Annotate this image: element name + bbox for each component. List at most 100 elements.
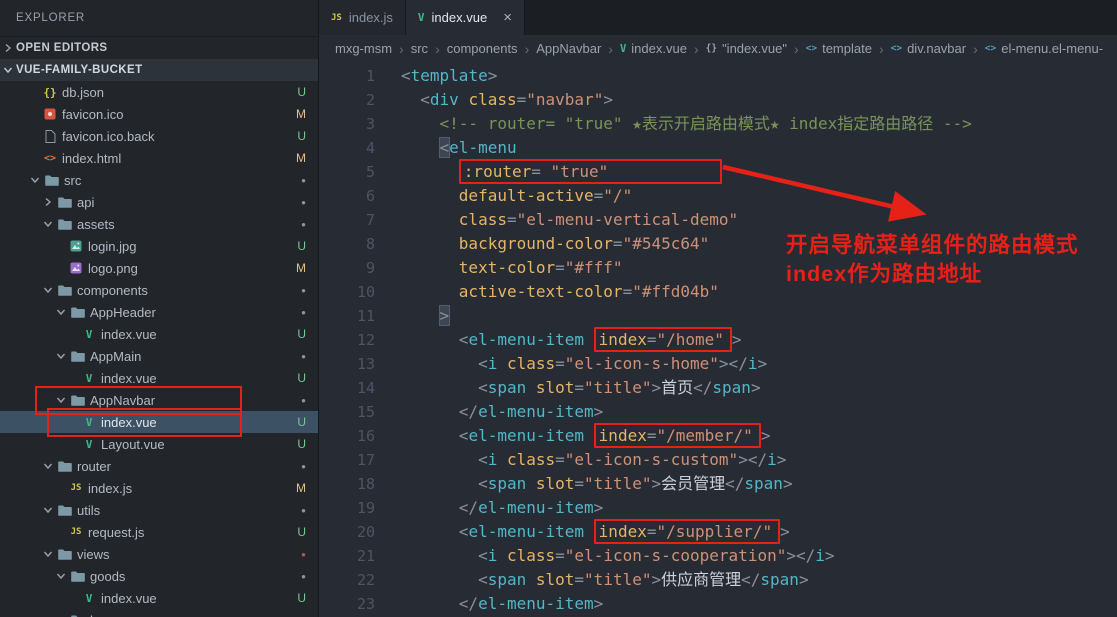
tree-item-logo.png[interactable]: logo.png M [0,257,318,279]
tree-item-label: request.js [88,524,145,540]
symbol-icon: <> [805,43,818,54]
line-number: 1 [365,67,375,85]
breadcrumb-item-index.vue[interactable]: Vindex.vue [620,41,687,56]
git-status-badge: U [297,371,306,385]
tree-item-api[interactable]: api ● [0,191,318,213]
tree-item-favicon.ico.back[interactable]: favicon.ico.back U [0,125,318,147]
code-line-5[interactable]: 5 :router= "true" [319,159,1117,184]
line-number: 6 [365,187,375,205]
git-change-dot: ● [301,549,306,559]
breadcrumb: mxg-msm › src › components › AppNavbar › Vindex.… [319,35,1117,62]
line-number: 13 [356,355,375,373]
tree-item-AppHeader[interactable]: AppHeader ● [0,301,318,323]
breadcrumb-separator: › [435,40,440,57]
folder-icon [56,219,74,230]
git-change-dot: ● [301,285,306,295]
code-line-3[interactable]: 3 <!-- router= "true" ★表示开启路由模式★ index指定… [319,112,1117,136]
git-change-dot: ● [301,395,306,405]
tree-item-views[interactable]: views ● [0,543,318,565]
tree-item-index.vue[interactable]: Vindex.vue U [0,367,318,389]
tab-index.js[interactable]: JS index.js [319,0,406,35]
tree-item-label: index.js [88,480,133,496]
code-line-10[interactable]: 10 active-text-color="#ffd04b" [319,280,1117,304]
folder-icon [56,285,74,296]
tree-item-home[interactable]: home [0,609,318,617]
code-line-20[interactable]: 20 <el-menu-item index="/supplier/" > [319,519,1117,544]
breadcrumb-item-src[interactable]: src [411,41,428,56]
code-editor[interactable]: 1 <template> 2 <div class="navbar"> 3 <!-- … [319,62,1117,617]
html-icon: <> [43,152,57,164]
tree-item-request.js[interactable]: JS request.js U [0,521,318,543]
tree-item-index.vue[interactable]: Vindex.vue U [0,323,318,345]
code-line-17[interactable]: 17 <i class="el-icon-s-custom"></i> [319,448,1117,472]
code-line-2[interactable]: 2 <div class="navbar"> [319,88,1117,112]
editor-area: JS index.js Vindex.vue × mxg-msm › src › compon… [319,0,1117,617]
breadcrumb-item-components[interactable]: components [447,41,518,56]
chevron-right-icon [0,42,16,54]
annotation-redbox: :router= "true" [458,159,723,184]
breadcrumb-item-el-menu.el-menu-[interactable]: <> el-menu.el-menu- [985,41,1103,56]
code-line-22[interactable]: 22 <span slot="title">供应商管理</span> [319,568,1117,592]
tree-item-label: index.vue [101,590,157,606]
code-line-21[interactable]: 21 <i class="el-icon-s-cooperation"></i> [319,544,1117,568]
code-line-7[interactable]: 7 class="el-menu-vertical-demo" [319,208,1117,232]
tree-item-label: goods [90,568,126,584]
tree-item-Layout.vue[interactable]: V Layout.vue U [0,433,318,455]
chevron-down-icon [53,306,69,318]
code-line-11[interactable]: 11 > [319,304,1117,328]
line-number: 10 [356,283,375,301]
git-status-badge: U [297,85,306,99]
tree-item-index.vue[interactable]: Vindex.vue U [0,587,318,609]
line-number: 3 [365,115,375,133]
code-line-15[interactable]: 15 </el-menu-item> [319,400,1117,424]
folder-icon [56,505,74,516]
line-number: 12 [356,331,375,349]
git-change-dot: ● [301,307,306,317]
annotation-redbox: index="/member/" [593,423,761,448]
code-line-4[interactable]: 4 <el-menu [319,136,1117,160]
close-tab-icon[interactable]: × [503,9,512,26]
code-line-9[interactable]: 9 text-color="#fff" [319,256,1117,280]
tree-item-src[interactable]: src ● [0,169,318,191]
breadcrumb-item-AppNavbar[interactable]: AppNavbar [536,41,601,56]
code-line-13[interactable]: 13 <i class="el-icon-s-home"></i> [319,352,1117,376]
code-line-8[interactable]: 8 background-color="#545c64" [319,232,1117,256]
breadcrumb-item-mxg-msm[interactable]: mxg-msm [335,41,392,56]
breadcrumb-item-index.vue[interactable]: {} "index.vue" [706,41,787,56]
code-line-16[interactable]: 16 <el-menu-item index="/member/" > [319,423,1117,448]
line-number: 21 [356,547,375,565]
tree-item-AppMain[interactable]: AppMain ● [0,345,318,367]
tree-item-goods[interactable]: goods ● [0,565,318,587]
open-editors-header[interactable]: OPEN EDITORS [0,37,318,59]
favicon-icon [41,108,59,120]
breadcrumb-separator: › [399,40,404,57]
chevron-down-icon [27,174,43,186]
tree-item-AppNavbar[interactable]: AppNavbar ● [0,389,318,411]
tab-bar: JS index.js Vindex.vue × [319,0,1117,35]
project-root-header[interactable]: VUE-FAMILY-BUCKET [0,59,318,81]
code-line-6[interactable]: 6 default-active="/" [319,184,1117,208]
code-line-14[interactable]: 14 <span slot="title">首页</span> [319,376,1117,400]
code-line-12[interactable]: 12 <el-menu-item index="/home" > [319,327,1117,352]
tree-item-db.json[interactable]: {} db.json U [0,81,318,103]
tree-item-utils[interactable]: utils ● [0,499,318,521]
vue-icon: V [85,327,93,341]
image-jpg-icon [67,240,85,252]
tree-item-assets[interactable]: assets ● [0,213,318,235]
tree-item-label: AppMain [90,348,142,364]
tree-item-favicon.ico[interactable]: favicon.ico M [0,103,318,125]
tree-item-label: AppHeader [90,304,156,320]
tree-item-login.jpg[interactable]: login.jpg U [0,235,318,257]
tree-item-index.js[interactable]: JS index.js M [0,477,318,499]
breadcrumb-item-div.navbar[interactable]: <> div.navbar [891,41,966,56]
code-line-19[interactable]: 19 </el-menu-item> [319,496,1117,520]
code-line-18[interactable]: 18 <span slot="title">会员管理</span> [319,472,1117,496]
tree-item-router[interactable]: router ● [0,455,318,477]
tree-item-components[interactable]: components ● [0,279,318,301]
tree-item-index.html[interactable]: <> index.html M [0,147,318,169]
tab-index.vue[interactable]: Vindex.vue × [405,0,525,35]
breadcrumb-item-template[interactable]: <> template [806,41,872,56]
code-line-23[interactable]: 23 </el-menu-item> [319,592,1117,616]
code-line-1[interactable]: 1 <template> [319,64,1117,88]
tree-item-index.vue[interactable]: Vindex.vue U [0,411,318,433]
